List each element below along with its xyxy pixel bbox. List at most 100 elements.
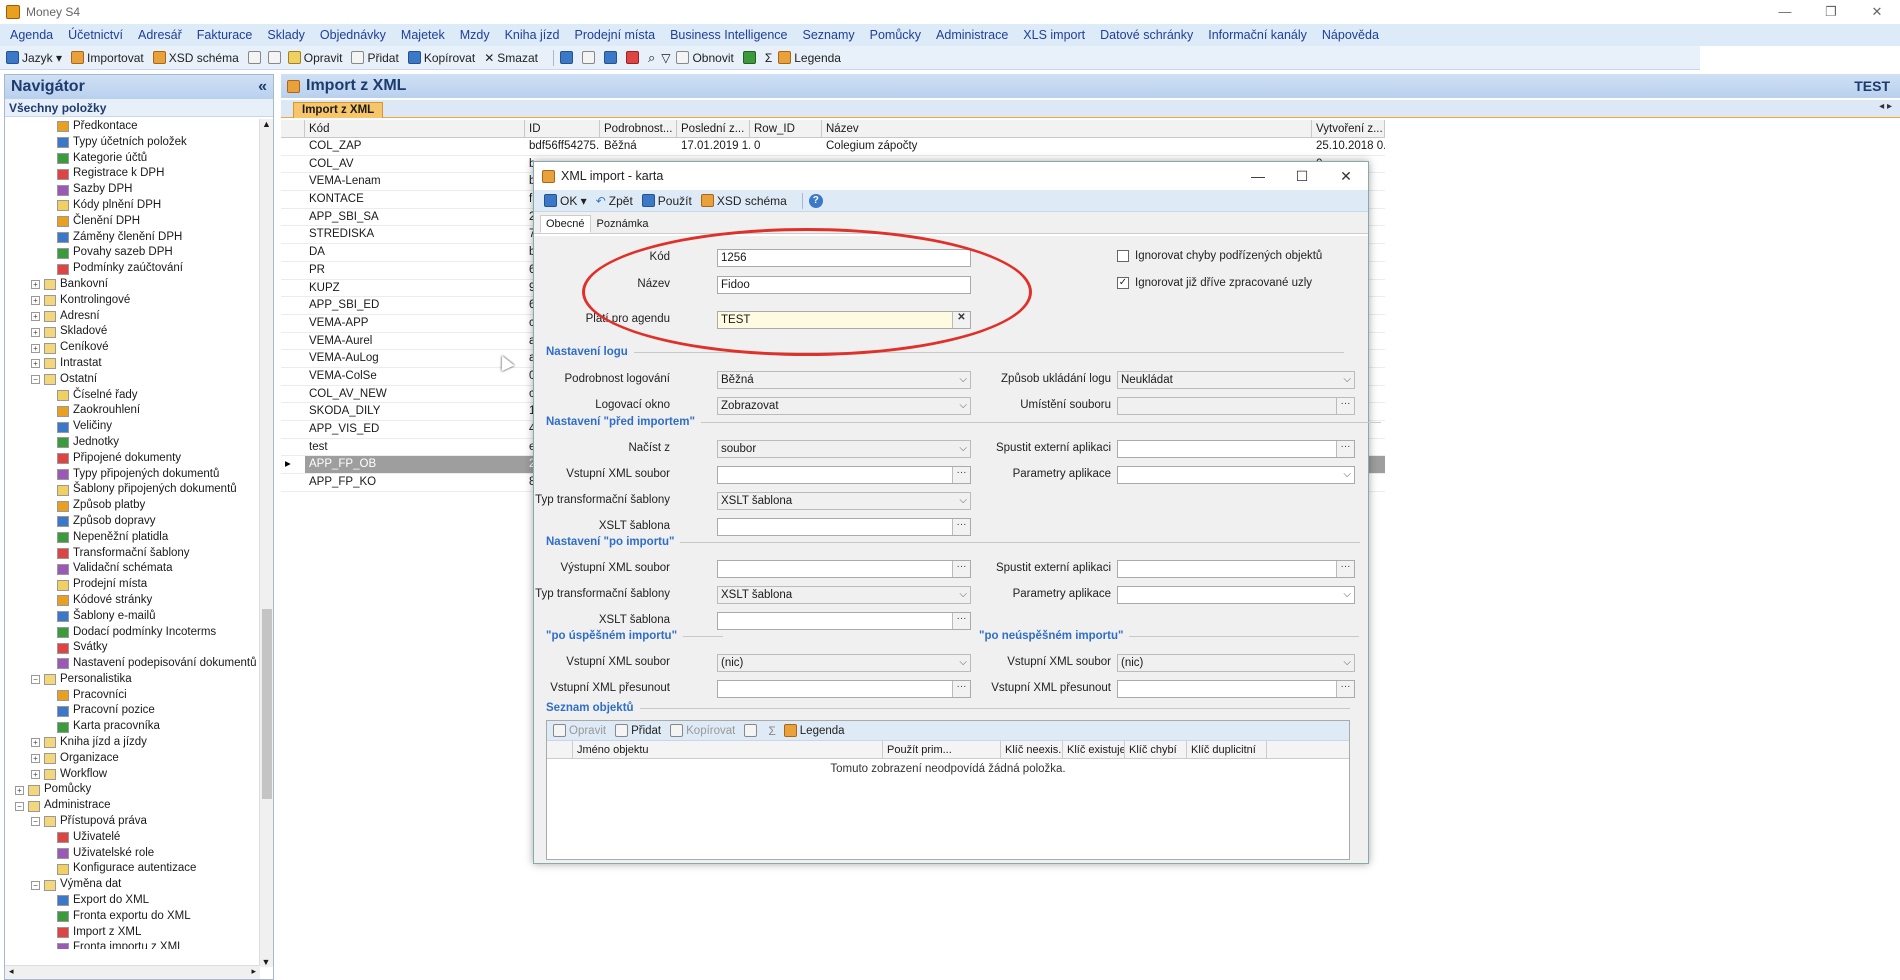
nav-item[interactable]: Podmínky zaúčtování <box>5 261 260 277</box>
expander-icon[interactable]: − <box>31 880 40 890</box>
nav-item[interactable]: Registrace k DPH <box>5 166 260 182</box>
navigator-scrollbar[interactable]: ▲ ▼ <box>259 119 273 967</box>
add-button[interactable]: Přidat <box>351 51 399 65</box>
nav-item[interactable]: Kódové stránky <box>5 593 260 609</box>
tab-scroll-arrows[interactable]: ◂ ▸ <box>1879 101 1892 112</box>
tab-general[interactable]: Obecné <box>540 215 591 233</box>
nav-item[interactable]: + Workflow <box>5 767 260 783</box>
ignore-processed-nodes-checkbox[interactable]: ✓ Ignorovat již dříve zpracované uzly <box>1117 277 1312 289</box>
nav-item[interactable]: Validační schémata <box>5 561 260 577</box>
browse-button[interactable]: ··· <box>1336 681 1354 697</box>
nav-item[interactable]: Pracovníci <box>5 688 260 704</box>
xslt-template2-input[interactable]: ··· <box>717 612 971 630</box>
log-window-select[interactable]: Zobrazovat ⌵ <box>717 397 971 415</box>
transform-type2-select[interactable]: XSLT šablona ⌵ <box>717 586 971 604</box>
nav-item[interactable]: Transformační šablony <box>5 546 260 562</box>
list-column-header[interactable]: Klíč duplicitní <box>1187 741 1267 758</box>
menu-item-9[interactable]: Prodejní místa <box>574 28 655 42</box>
nav-item[interactable]: Svátky <box>5 640 260 656</box>
nav-item[interactable]: + Intrastat <box>5 356 260 372</box>
log-detail-select[interactable]: Běžná ⌵ <box>717 371 971 389</box>
collapse-navigator-button[interactable]: « <box>258 78 267 96</box>
app-params-select[interactable]: ⌵ <box>1117 466 1355 484</box>
nav-item[interactable]: − Výměna dat <box>5 877 260 893</box>
nav-item[interactable]: Nepeněžní platidla <box>5 530 260 546</box>
dialog-xsd-button[interactable]: XSD schéma <box>700 194 787 208</box>
nav-item[interactable]: + Skladové <box>5 324 260 340</box>
agenda-input[interactable]: TEST ✕ <box>717 311 971 329</box>
sum-icon[interactable]: Σ <box>768 724 775 738</box>
nav-item[interactable]: − Přístupová práva <box>5 814 260 830</box>
menu-item-3[interactable]: Fakturace <box>197 28 253 42</box>
menu-item-16[interactable]: Informační kanály <box>1208 28 1307 42</box>
nav-item[interactable]: Nastavení podepisování dokumentů <box>5 656 260 672</box>
menu-item-6[interactable]: Majetek <box>401 28 445 42</box>
save-icon[interactable] <box>603 51 617 64</box>
copy-button[interactable]: Kopírovat <box>407 51 475 65</box>
input-xml-failure-select[interactable]: (nic) ⌵ <box>1117 654 1355 672</box>
legend-button[interactable]: Legenda <box>778 51 841 65</box>
copy-grid-icon[interactable] <box>267 51 281 64</box>
menu-item-8[interactable]: Kniha jízd <box>505 28 560 42</box>
menu-item-12[interactable]: Pomůcky <box>870 28 921 42</box>
nav-item[interactable]: Šablony e-mailů <box>5 609 260 625</box>
expander-icon[interactable]: − <box>31 675 40 685</box>
column-header[interactable]: Podrobnost... <box>600 120 677 137</box>
dialog-maximize-button[interactable]: ☐ <box>1280 162 1324 190</box>
nav-item[interactable]: + Adresní <box>5 309 260 325</box>
expander-icon[interactable]: + <box>15 785 24 795</box>
input-xml-input[interactable]: ··· <box>717 466 971 484</box>
nav-item[interactable]: Dodací podmínky Incoterms <box>5 625 260 641</box>
nav-item[interactable]: Veličiny <box>5 419 260 435</box>
nav-item[interactable]: Typy připojených dokumentů <box>5 467 260 483</box>
column-header[interactable]: Název <box>822 120 1312 137</box>
browse-button[interactable]: ··· <box>952 467 970 483</box>
nav-item[interactable]: Předkontace <box>5 119 260 135</box>
nav-item[interactable]: Kategorie účtů <box>5 151 260 167</box>
nav-item[interactable]: Kódy plnění DPH <box>5 198 260 214</box>
filter-icon[interactable]: ▽ <box>661 51 670 65</box>
expander-icon[interactable]: − <box>31 375 40 385</box>
dialog-close-button[interactable]: ✕ <box>1324 162 1368 190</box>
expander-icon[interactable]: + <box>31 311 40 321</box>
menu-item-5[interactable]: Objednávky <box>320 28 386 42</box>
xslt-template-input[interactable]: ··· <box>717 518 971 536</box>
column-header[interactable]: ID <box>525 120 600 137</box>
menu-item-17[interactable]: Nápověda <box>1322 28 1379 42</box>
grid-icon[interactable] <box>247 51 261 64</box>
menu-item-15[interactable]: Datové schránky <box>1100 28 1193 42</box>
menu-item-0[interactable]: Agenda <box>10 28 53 42</box>
nav-item[interactable]: Uživatelé <box>5 830 260 846</box>
nav-item[interactable]: Způsob dopravy <box>5 514 260 530</box>
nav-item[interactable]: Jednotky <box>5 435 260 451</box>
nav-item[interactable]: + Kontrolingové <box>5 293 260 309</box>
close-button[interactable]: ✕ <box>1854 0 1900 24</box>
column-header[interactable]: Row_ID <box>750 120 822 137</box>
nav-item[interactable]: Export do XML <box>5 893 260 909</box>
menu-item-11[interactable]: Seznamy <box>803 28 855 42</box>
nav-item[interactable]: Prodejní místa <box>5 577 260 593</box>
move-xml-failure-input[interactable]: ··· <box>1117 680 1355 698</box>
list-column-header[interactable]: Klíč neexis... <box>1001 741 1063 758</box>
list-column-header[interactable]: Jméno objektu <box>573 741 883 758</box>
report-icon[interactable] <box>625 51 639 64</box>
xsd-schema-button[interactable]: XSD schéma <box>152 51 239 65</box>
tree-icon[interactable] <box>559 51 573 64</box>
nav-item[interactable]: + Kniha jízd a jízdy <box>5 735 260 751</box>
nav-item[interactable]: Typy účetních položek <box>5 135 260 151</box>
apply-button[interactable]: Použít <box>641 194 692 208</box>
file-location-input[interactable]: ··· <box>1117 397 1355 415</box>
sum-icon[interactable]: Σ <box>765 51 772 65</box>
nav-item[interactable]: Pracovní pozice <box>5 703 260 719</box>
expander-icon[interactable]: + <box>31 327 40 337</box>
menu-item-2[interactable]: Adresář <box>138 28 182 42</box>
nav-item[interactable]: Záměny členění DPH <box>5 230 260 246</box>
tab-note[interactable]: Poznámka <box>591 215 655 233</box>
nav-item[interactable]: Uživatelské role <box>5 846 260 862</box>
nav-item[interactable]: Import z XML <box>5 925 260 941</box>
table-row[interactable]: COL_ZAP bdf56ff54275... Běžná 17.01.2019 1.… <box>281 138 1385 156</box>
back-button[interactable]: ↶ Zpět <box>596 194 633 208</box>
expander-icon[interactable]: − <box>31 817 40 827</box>
transform-type-select[interactable]: XSLT šablona ⌵ <box>717 492 971 510</box>
menu-item-4[interactable]: Sklady <box>267 28 305 42</box>
